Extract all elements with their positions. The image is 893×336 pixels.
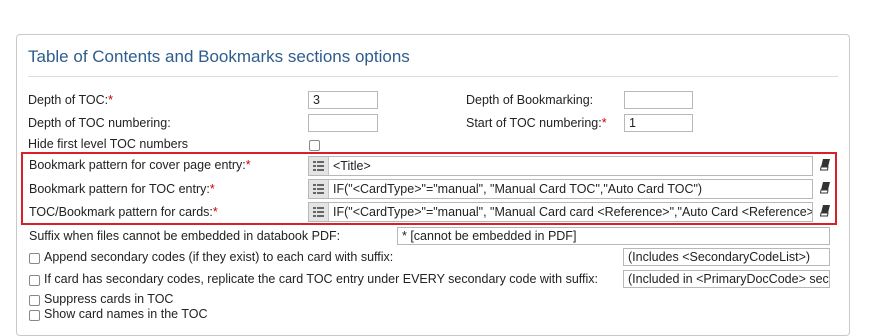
append-secondary-checkbox[interactable]: [29, 253, 40, 264]
replicate-secondary-input[interactable]: (Included in <PrimaryDocCode> sect: [623, 270, 830, 288]
toc-pattern-value[interactable]: IF("<CardType>"="manual", "Manual Card T…: [329, 182, 702, 196]
list-icon[interactable]: [309, 157, 329, 175]
suppress-cards-label: Suppress cards in TOC: [44, 292, 174, 306]
depth-bookmarking-input[interactable]: [624, 91, 693, 109]
cover-pattern-value[interactable]: <Title>: [329, 159, 371, 173]
required-marker: *: [245, 158, 251, 172]
panel-title: Table of Contents and Bookmarks sections…: [28, 47, 410, 66]
suffix-input[interactable]: * [cannot be embedded in PDF]: [397, 227, 830, 245]
cover-pattern-label: Bookmark pattern for cover page entry:*: [29, 158, 251, 172]
required-marker: *: [209, 182, 215, 196]
required-marker: *: [601, 116, 607, 130]
cards-pattern-value[interactable]: IF("<CardType>"="manual", "Manual Card c…: [329, 205, 812, 219]
title-divider: [28, 76, 838, 77]
cut-off-label: Show card names in the TOC: [44, 307, 208, 321]
cover-pattern-field[interactable]: <Title>: [308, 156, 813, 176]
depth-toc-label: Depth of TOC:*: [28, 93, 114, 107]
cut-off-checkbox[interactable]: [29, 310, 40, 321]
start-toc-numbering-label: Start of TOC numbering:*: [466, 116, 607, 130]
eraser-icon[interactable]: [820, 205, 830, 217]
depth-toc-input[interactable]: 3: [308, 91, 378, 109]
suffix-label: Suffix when files cannot be embedded in …: [29, 229, 341, 243]
start-toc-numbering-input[interactable]: 1: [624, 114, 693, 132]
hide-first-level-label: Hide first level TOC numbers: [28, 137, 189, 151]
hide-first-level-checkbox[interactable]: [309, 140, 320, 151]
append-secondary-label: Append secondary codes (if they exist) t…: [44, 250, 394, 264]
replicate-secondary-checkbox[interactable]: [29, 275, 40, 286]
toc-pattern-label: Bookmark pattern for TOC entry:*: [29, 182, 215, 196]
eraser-icon[interactable]: [820, 159, 830, 171]
eraser-icon[interactable]: [820, 182, 830, 194]
list-icon[interactable]: [309, 180, 329, 198]
replicate-secondary-label: If card has secondary codes, replicate t…: [44, 272, 598, 286]
depth-toc-numbering-input[interactable]: [308, 114, 378, 132]
cards-pattern-label: TOC/Bookmark pattern for cards:*: [29, 205, 218, 219]
toc-pattern-field[interactable]: IF("<CardType>"="manual", "Manual Card T…: [308, 179, 813, 199]
list-icon[interactable]: [309, 203, 329, 221]
required-marker: *: [212, 205, 218, 219]
cards-pattern-field[interactable]: IF("<CardType>"="manual", "Manual Card c…: [308, 202, 813, 222]
suppress-cards-checkbox[interactable]: [29, 295, 40, 306]
required-marker: *: [108, 93, 114, 107]
depth-bookmarking-label: Depth of Bookmarking:: [466, 93, 594, 107]
depth-toc-numbering-label: Depth of TOC numbering:: [28, 116, 171, 130]
append-secondary-input[interactable]: (Includes <SecondaryCodeList>): [623, 248, 830, 266]
